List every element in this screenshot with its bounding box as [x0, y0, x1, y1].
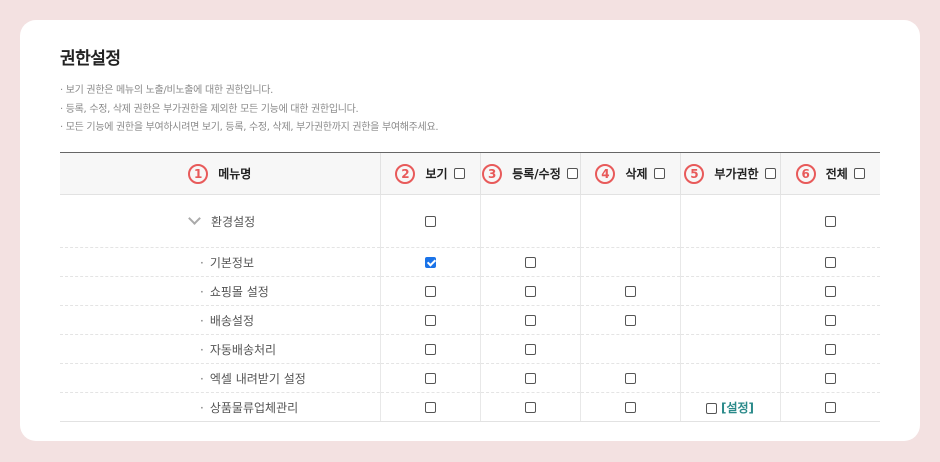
- header-all: 6 전체: [779, 152, 880, 195]
- checkbox-group-all[interactable]: [824, 216, 836, 227]
- checkbox-all[interactable]: [824, 402, 836, 413]
- table-row: · 자동배송처리: [60, 334, 880, 364]
- number-badge: 5: [684, 163, 705, 184]
- row-label: 쇼핑몰 설정: [209, 284, 269, 299]
- checkbox-view-all[interactable]: [453, 168, 465, 179]
- checkbox-view[interactable]: [424, 286, 436, 297]
- checkbox-delete[interactable]: [624, 286, 636, 297]
- table-row: · 엑셀 내려받기 설정: [60, 363, 880, 393]
- header-menu: 1 메뉴명: [60, 152, 380, 195]
- note-2: · 등록, 수정, 삭제 권한은 부가권한을 제외한 모든 기능에 대한 권한입…: [60, 103, 359, 115]
- settings-link[interactable]: [설정]: [721, 401, 754, 415]
- checkbox-extra-all[interactable]: [764, 168, 776, 179]
- header-label: 메뉴명: [218, 167, 252, 181]
- checkbox-edit[interactable]: [524, 344, 536, 355]
- number-badge: 6: [795, 163, 816, 184]
- header-label: 전체: [825, 167, 848, 181]
- checkbox-view[interactable]: [424, 344, 436, 355]
- checkbox-view[interactable]: [424, 373, 436, 384]
- header-label: 삭제: [625, 167, 648, 181]
- checkbox-group-view[interactable]: [424, 216, 436, 227]
- note-3: · 모든 기능에 권한을 부여하시려면 보기, 등록, 수정, 삭제, 부가권한…: [60, 122, 439, 133]
- checkbox-all[interactable]: [824, 373, 836, 384]
- table-row: · 기본정보: [60, 247, 880, 277]
- table-row: · 상품물류업체관리 [설정]: [60, 392, 880, 422]
- chevron-down-icon[interactable]: [188, 212, 201, 225]
- table-row: · 배송설정: [60, 305, 880, 335]
- checkbox-view[interactable]: [424, 257, 436, 268]
- checkbox-view[interactable]: [424, 402, 436, 413]
- table-header: 1 메뉴명 2 보기 3 등록/수정 4 삭제 5 부가권한 6 전체: [60, 152, 880, 195]
- checkbox-all[interactable]: [824, 344, 836, 355]
- page-title: 권한설정: [60, 49, 121, 69]
- table-row: · 쇼핑몰 설정: [60, 276, 880, 306]
- permission-card: 권한설정 · 보기 권한은 메뉴의 노출/비노출에 대한 권한입니다. · 등록…: [20, 20, 920, 441]
- permission-table: 1 메뉴명 2 보기 3 등록/수정 4 삭제 5 부가권한 6 전체 환경설정…: [60, 152, 880, 422]
- row-label: 상품물류업체관리: [209, 400, 299, 415]
- header-view: 2 보기: [379, 152, 480, 195]
- header-edit: 3 등록/수정: [479, 152, 580, 195]
- checkbox-edit[interactable]: [524, 315, 536, 326]
- row-label: 자동배송처리: [209, 342, 277, 357]
- checkbox-edit[interactable]: [524, 257, 536, 268]
- group-label: 환경설정: [211, 214, 256, 229]
- row-label: 배송설정: [209, 313, 254, 328]
- checkbox-delete-all[interactable]: [653, 168, 665, 179]
- number-badge: 4: [595, 163, 616, 184]
- header-delete: 4 삭제: [579, 152, 680, 195]
- checkbox-edit-all[interactable]: [566, 168, 578, 179]
- checkbox-all[interactable]: [824, 257, 836, 268]
- note-1: · 보기 권한은 메뉴의 노출/비노출에 대한 권한입니다.: [60, 85, 273, 96]
- header-label: 부가권한: [714, 167, 759, 181]
- checkbox-edit[interactable]: [524, 402, 536, 413]
- checkbox-all[interactable]: [824, 286, 836, 297]
- row-label: 기본정보: [209, 255, 254, 270]
- checkbox-view[interactable]: [424, 315, 436, 326]
- header-extra: 5 부가권한: [679, 152, 780, 195]
- checkbox-delete[interactable]: [624, 315, 636, 326]
- checkbox-edit[interactable]: [524, 373, 536, 384]
- row-label: 엑셀 내려받기 설정: [209, 371, 306, 386]
- checkbox-extra[interactable]: [705, 402, 717, 414]
- header-label: 등록/수정: [512, 167, 561, 181]
- checkbox-edit[interactable]: [524, 286, 536, 297]
- number-badge: 2: [395, 163, 416, 184]
- header-label: 보기: [425, 167, 448, 181]
- checkbox-delete[interactable]: [624, 373, 636, 384]
- checkbox-all-all[interactable]: [853, 168, 865, 179]
- notes: · 보기 권한은 메뉴의 노출/비노출에 대한 권한입니다. · 등록, 수정,…: [60, 82, 439, 138]
- number-badge: 3: [482, 163, 503, 184]
- group-row: 환경설정: [60, 194, 880, 248]
- number-badge: 1: [188, 163, 209, 184]
- checkbox-delete[interactable]: [624, 402, 636, 413]
- checkbox-all[interactable]: [824, 315, 836, 326]
